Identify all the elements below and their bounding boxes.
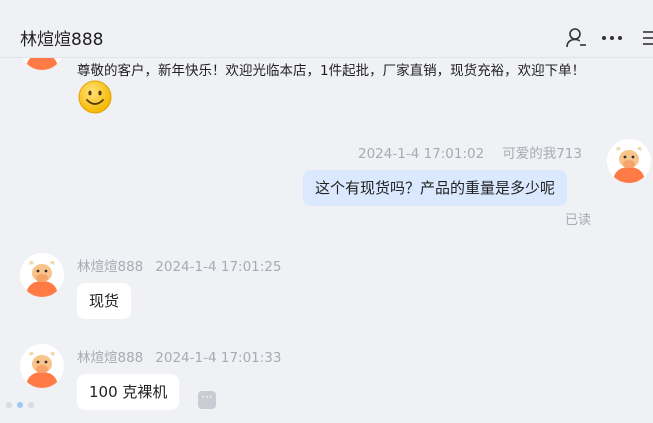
loading-dot xyxy=(28,402,34,408)
message-meta: 林煊煊888 2024-1-4 17:01:25 xyxy=(77,255,281,275)
bull-avatar-icon xyxy=(22,58,62,70)
bull-avatar-icon xyxy=(20,344,64,388)
message-more-button[interactable]: ··· xyxy=(198,391,216,409)
message-bubble[interactable]: 100 克裸机 xyxy=(77,374,180,410)
message-timestamp: 2024-1-4 17:01:02 xyxy=(358,146,485,162)
smile-emoji-icon xyxy=(78,80,112,114)
sidebar-toggle-icon[interactable] xyxy=(640,26,653,50)
sender-name: 林煊煊888 xyxy=(77,350,144,366)
chat-header: 林煊煊888 xyxy=(0,0,653,58)
chat-title: 林煊煊888 xyxy=(20,30,104,50)
message-timestamp: 2024-1-4 17:01:25 xyxy=(155,259,282,275)
loading-dot xyxy=(17,402,23,408)
user-icon[interactable] xyxy=(564,26,588,50)
bull-avatar-icon xyxy=(20,253,64,297)
avatar[interactable] xyxy=(20,58,64,70)
read-status: 已读 xyxy=(565,213,592,228)
more-icon[interactable] xyxy=(600,26,624,50)
message-timestamp: 2024-1-4 17:01:33 xyxy=(155,350,282,366)
avatar[interactable] xyxy=(20,344,64,388)
sender-name: 林煊煊888 xyxy=(77,259,144,275)
loading-dot xyxy=(6,402,12,408)
message-text: 尊敬的客户，新年快乐！欢迎光临本店，1件起批，厂家直销，现货充裕，欢迎下单！ xyxy=(77,63,586,79)
message-bubble[interactable]: 这个有现货吗？产品的重量是多少呢 xyxy=(303,170,568,206)
sender-name: 可爱的我713 xyxy=(502,146,582,162)
message-bubble[interactable]: 现货 xyxy=(77,283,132,319)
bull-avatar-icon xyxy=(607,139,651,183)
message-meta: 林煊煊888 2024-1-4 17:01:33 xyxy=(77,346,281,366)
message-meta: 2024-1-4 17:01:02 可爱的我713 xyxy=(358,142,582,162)
avatar[interactable] xyxy=(607,139,651,183)
message-list[interactable]: 尊敬的客户，新年快乐！欢迎光临本店，1件起批，厂家直销，现货充裕，欢迎下单！ 2… xyxy=(0,58,653,423)
loading-indicator xyxy=(6,402,34,408)
avatar[interactable] xyxy=(20,253,64,297)
